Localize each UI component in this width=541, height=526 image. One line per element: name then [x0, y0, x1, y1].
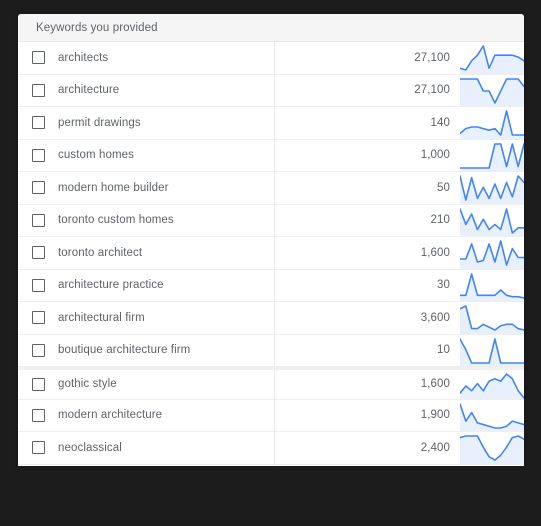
row-checkbox-cell[interactable]	[18, 181, 58, 195]
trend-sparkline-icon	[460, 373, 524, 399]
search-volume-value: 27,100	[414, 51, 450, 64]
keyword-label: architecture	[58, 84, 120, 97]
search-volume-value: 30	[437, 279, 450, 292]
checkbox-icon[interactable]	[31, 278, 45, 292]
checkbox-icon[interactable]	[31, 83, 45, 97]
row-checkbox-cell[interactable]	[18, 408, 58, 422]
trend-sparkline-icon	[460, 142, 524, 171]
keyword-label: toronto custom homes	[58, 214, 174, 227]
table-row[interactable]: architects 27,100	[18, 42, 524, 75]
row-checkbox-cell[interactable]	[18, 148, 58, 162]
trend-sparkline-cell	[460, 75, 524, 106]
trend-sparkline-cell	[460, 42, 524, 74]
trend-sparkline-icon	[460, 402, 524, 431]
checkbox-icon[interactable]	[31, 51, 45, 65]
search-volume-value: 1,600	[420, 378, 450, 391]
search-volume-value: 140	[430, 116, 450, 129]
keyword-label: architects	[58, 51, 109, 64]
keyword-table: architects 27,100 architecture 27,100 permit…	[18, 42, 524, 465]
trend-sparkline-cell	[460, 335, 524, 366]
keyword-results-card: Keywords you provided architects 27,100 ar…	[18, 14, 524, 466]
table-row[interactable]: toronto custom homes 210	[18, 204, 524, 237]
row-checkbox-cell[interactable]	[18, 116, 58, 130]
keyword-label: modern home builder	[58, 181, 169, 194]
checkbox-icon[interactable]	[31, 246, 45, 260]
search-volume-value: 2,400	[420, 441, 450, 454]
search-volume-value: 50	[437, 181, 450, 194]
trend-sparkline-icon	[460, 77, 524, 106]
card-header-title: Keywords you provided	[36, 21, 158, 34]
checkbox-icon[interactable]	[31, 148, 45, 162]
keyword-label: modern architecture	[58, 409, 163, 422]
keyword-label: architectural firm	[58, 311, 145, 324]
trend-sparkline-icon	[460, 435, 524, 464]
checkbox-icon[interactable]	[31, 311, 45, 325]
checkbox-icon[interactable]	[31, 116, 45, 130]
trend-sparkline-cell	[460, 432, 524, 464]
trend-sparkline-icon	[460, 175, 524, 204]
trend-sparkline-cell	[460, 400, 524, 431]
trend-sparkline-cell	[460, 302, 524, 334]
keyword-label: permit drawings	[58, 116, 141, 129]
table-row[interactable]: neoclassical 2,400	[18, 432, 524, 465]
trend-sparkline-icon	[460, 272, 524, 301]
row-checkbox-cell[interactable]	[18, 278, 58, 292]
table-row[interactable]: permit drawings 140	[18, 107, 524, 140]
table-row[interactable]: architecture practice 30	[18, 269, 524, 302]
row-checkbox-cell[interactable]	[18, 343, 58, 357]
row-checkbox-cell[interactable]	[18, 213, 58, 227]
keyword-label: custom homes	[58, 149, 134, 162]
table-row[interactable]: custom homes 1,000	[18, 139, 524, 172]
checkbox-icon[interactable]	[31, 408, 45, 422]
checkbox-icon[interactable]	[31, 441, 45, 455]
table-row[interactable]: toronto architect 1,600	[18, 237, 524, 270]
trend-sparkline-cell	[460, 205, 524, 236]
keyword-label: toronto architect	[58, 246, 143, 259]
checkbox-icon[interactable]	[31, 213, 45, 227]
search-volume-value: 1,600	[420, 246, 450, 259]
row-checkbox-cell[interactable]	[18, 377, 58, 391]
table-row[interactable]: modern architecture 1,900	[18, 399, 524, 432]
trend-sparkline-icon	[460, 337, 524, 366]
checkbox-icon[interactable]	[31, 377, 45, 391]
checkbox-icon[interactable]	[31, 181, 45, 195]
card-bottom-clip	[18, 466, 524, 472]
trend-sparkline-cell	[460, 270, 524, 301]
search-volume-value: 1,000	[420, 149, 450, 162]
card-header: Keywords you provided	[18, 14, 524, 42]
table-row[interactable]: architecture 27,100	[18, 74, 524, 107]
keyword-label: neoclassical	[58, 441, 122, 454]
table-row[interactable]: boutique architecture firm 10	[18, 334, 524, 367]
table-row[interactable]: modern home builder 50	[18, 172, 524, 205]
trend-sparkline-cell	[460, 107, 524, 139]
trend-sparkline-icon	[460, 305, 524, 334]
trend-sparkline-icon	[460, 45, 524, 74]
trend-sparkline-icon	[460, 110, 524, 139]
keyword-label: architecture practice	[58, 279, 164, 292]
table-row[interactable]: architectural firm 3,600	[18, 302, 524, 335]
trend-sparkline-cell	[460, 140, 524, 171]
trend-sparkline-cell	[460, 172, 524, 204]
row-checkbox-cell[interactable]	[18, 246, 58, 260]
trend-sparkline-icon	[460, 207, 524, 236]
trend-sparkline-icon	[460, 240, 524, 269]
search-volume-value: 3,600	[420, 311, 450, 324]
row-checkbox-cell[interactable]	[18, 51, 58, 65]
search-volume-value: 1,900	[420, 409, 450, 422]
search-volume-value: 210	[430, 214, 450, 227]
keyword-label: gothic style	[58, 378, 117, 391]
trend-sparkline-cell	[460, 237, 524, 269]
row-checkbox-cell[interactable]	[18, 83, 58, 97]
row-checkbox-cell[interactable]	[18, 311, 58, 325]
checkbox-icon[interactable]	[31, 343, 45, 357]
trend-sparkline-cell	[460, 370, 524, 399]
table-row[interactable]: gothic style 1,600	[18, 367, 524, 400]
keyword-label: boutique architecture firm	[58, 344, 191, 357]
row-checkbox-cell[interactable]	[18, 441, 58, 455]
search-volume-value: 27,100	[414, 84, 450, 97]
search-volume-value: 10	[437, 344, 450, 357]
